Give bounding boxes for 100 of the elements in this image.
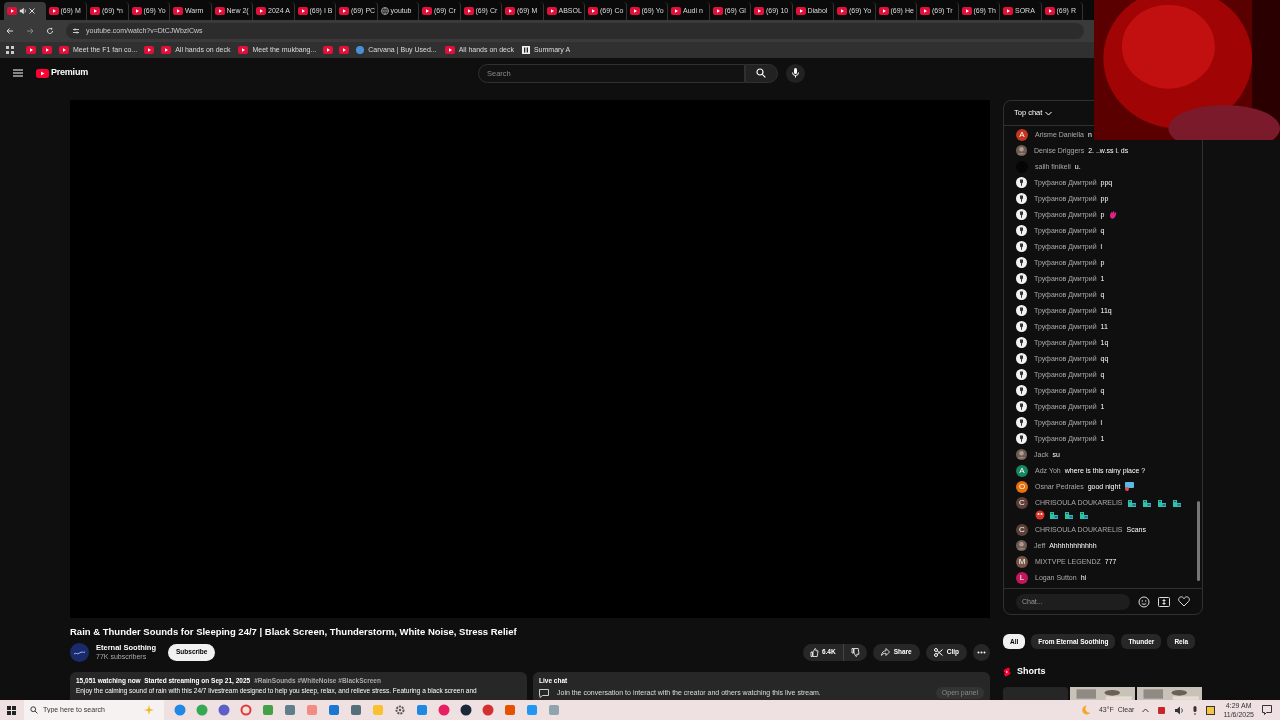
youtube-favicon-icon	[1003, 7, 1013, 15]
dinosaur-emoji	[1141, 497, 1153, 508]
search-button[interactable]	[744, 63, 778, 83]
microphone-icon	[791, 68, 799, 78]
shorts-logo-icon	[1003, 666, 1011, 677]
notification-icon[interactable]	[1262, 705, 1272, 715]
bookmark[interactable]	[337, 46, 352, 54]
sparkle-icon	[143, 705, 155, 715]
settings-icon[interactable]	[394, 704, 406, 716]
youtube-favicon-icon	[173, 7, 183, 15]
youtube-favicon-icon	[754, 7, 764, 15]
figure-avatar-icon	[1016, 289, 1027, 300]
user-avatar: A	[1016, 465, 1028, 477]
globe-icon	[380, 7, 389, 15]
dinosaur-emoji	[1156, 497, 1168, 508]
youtube-favicon-icon	[339, 7, 349, 15]
user-avatar: C	[1016, 497, 1028, 509]
bookmark[interactable]	[142, 46, 157, 54]
moon-icon	[1080, 705, 1091, 715]
youtube-favicon-icon	[7, 7, 17, 15]
sticker-emoji	[1124, 482, 1135, 491]
youtube-favicon-icon	[795, 7, 806, 15]
voice-search-button[interactable]	[785, 63, 805, 83]
figure-avatar-icon	[1016, 305, 1027, 316]
youtube-logo[interactable]: Premium	[36, 66, 88, 80]
chevron-down-icon	[1045, 110, 1053, 116]
figure-avatar-icon	[1016, 401, 1027, 412]
super-chat-icon[interactable]	[1158, 596, 1170, 607]
youtube-favicon-icon	[1044, 7, 1055, 15]
youtube-favicon-icon	[920, 7, 930, 15]
more-icon	[977, 650, 986, 654]
photo-avatar-icon	[1016, 145, 1027, 156]
search-icon	[756, 68, 767, 78]
description-panel[interactable]	[70, 672, 527, 700]
browser-tab[interactable]	[4, 2, 46, 20]
dinosaur-emoji	[1126, 497, 1138, 508]
more-button[interactable]	[973, 643, 990, 661]
figure-avatar-icon	[1016, 177, 1027, 188]
youtube-favicon-icon	[144, 46, 155, 54]
figure-avatar-icon	[1016, 417, 1027, 428]
speaker-icon[interactable]	[1174, 705, 1185, 715]
figure-avatar-icon	[1016, 385, 1027, 396]
thumbs-up-icon	[809, 647, 819, 657]
photo-avatar-icon	[1016, 449, 1027, 460]
youtube-favicon-icon	[505, 7, 515, 15]
youtube-favicon-icon	[42, 46, 52, 54]
thumbs-down-icon	[850, 647, 860, 657]
youtube-favicon-icon	[588, 7, 598, 15]
youtube-favicon-icon	[323, 46, 334, 54]
channel-avatar-icon[interactable]	[70, 642, 89, 662]
youtube-favicon-icon	[546, 7, 557, 15]
youtube-favicon-icon	[422, 7, 432, 15]
video-title: Rain & Thunder Sounds for Sleeping 24/7 | Black Screen, Thunderstorm, White Noise, Stress Relief	[70, 626, 518, 638]
dinosaur-emoji	[1171, 497, 1183, 508]
scissors-icon	[933, 647, 943, 657]
search-icon	[30, 706, 38, 714]
heart-icon[interactable]	[1178, 596, 1190, 607]
site-settings-icon[interactable]	[72, 27, 80, 35]
emoji-icon[interactable]	[1138, 595, 1150, 608]
reload-icon[interactable]	[46, 27, 54, 35]
figure-avatar-icon	[1016, 193, 1027, 204]
windows-start-icon[interactable]	[7, 705, 16, 715]
forward-icon[interactable]	[26, 27, 34, 35]
chevron-up-icon[interactable]	[1142, 707, 1150, 713]
youtube-favicon-icon	[26, 46, 36, 54]
figure-avatar-icon	[1016, 241, 1027, 252]
dinosaur-emoji	[1049, 510, 1060, 520]
bookmark[interactable]	[24, 46, 38, 54]
bookmark[interactable]	[40, 46, 54, 54]
short-thumbnail[interactable]	[1003, 686, 1068, 700]
youtube-favicon-icon	[59, 46, 69, 54]
speaker-icon[interactable]	[19, 7, 27, 15]
microphone-icon[interactable]	[1192, 705, 1199, 715]
youtube-favicon-icon	[48, 7, 59, 15]
bookmark[interactable]	[321, 46, 336, 54]
youtube-favicon-icon	[90, 7, 100, 15]
back-icon[interactable]	[6, 27, 14, 35]
figure-avatar-icon	[1016, 433, 1027, 444]
figure-avatar-icon	[1016, 273, 1027, 284]
figure-avatar-icon	[1016, 209, 1027, 220]
youtube-favicon-icon	[214, 7, 225, 15]
youtube-favicon-icon	[238, 46, 249, 54]
chat-bubble-icon	[539, 688, 549, 698]
chat-scrollbar[interactable]	[1197, 501, 1200, 581]
youtube-favicon-icon	[297, 7, 308, 15]
apps-grid-icon[interactable]	[6, 46, 14, 54]
figure-avatar-icon	[1016, 321, 1027, 332]
youtube-favicon-icon	[837, 7, 847, 15]
youtube-favicon-icon	[629, 7, 640, 15]
youtube-favicon-icon	[256, 7, 266, 15]
youtube-favicon-icon	[131, 7, 142, 15]
photo-avatar-icon	[1016, 540, 1027, 551]
youtube-favicon-icon	[961, 7, 972, 15]
figure-avatar-icon	[1016, 369, 1027, 380]
youtube-favicon-icon	[712, 7, 723, 15]
menu-icon[interactable]	[13, 69, 23, 77]
close-icon[interactable]	[29, 8, 35, 14]
face-emoji	[1035, 510, 1045, 520]
figure-avatar-icon	[1016, 225, 1027, 236]
user-avatar: O	[1016, 481, 1028, 493]
